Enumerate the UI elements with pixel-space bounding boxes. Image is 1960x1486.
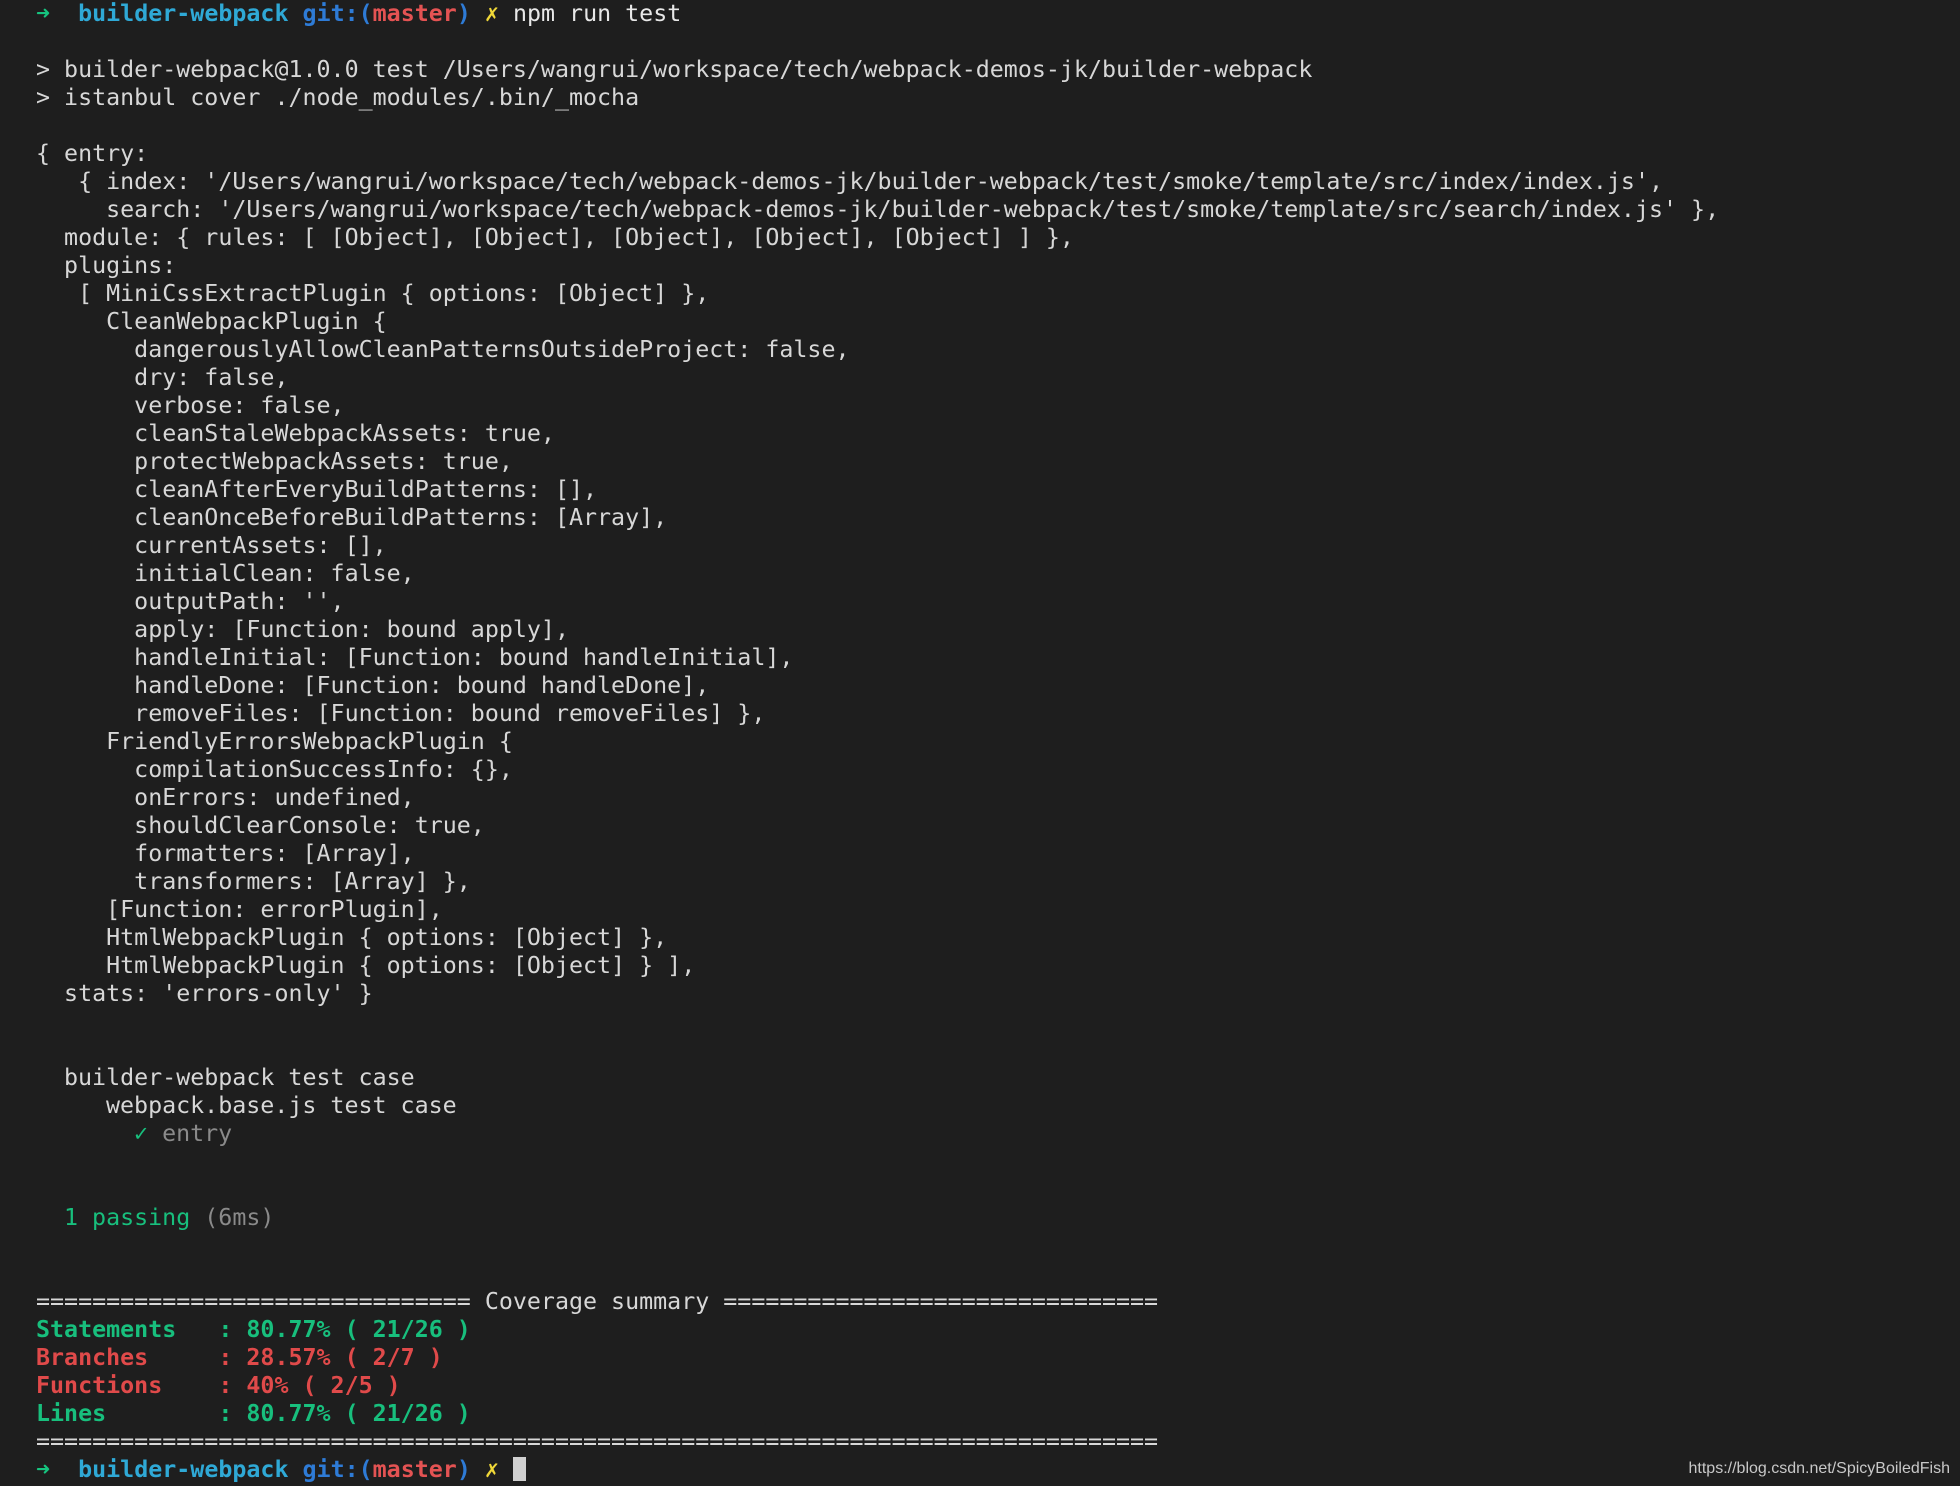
config-line: HtmlWebpackPlugin { options: [Object] }, — [36, 924, 668, 951]
coverage-lines: Lines : 80.77% ( 21/26 ) — [36, 1400, 471, 1427]
config-line: shouldClearConsole: true, — [36, 812, 485, 839]
prompt-branch: master — [372, 1456, 457, 1483]
config-line: module: { rules: [ [Object], [Object], [… — [36, 224, 1074, 251]
config-line: dangerouslyAllowCleanPatternsOutsideProj… — [36, 336, 850, 363]
check-icon: ✓ — [134, 1120, 149, 1147]
test-case-line: ✓ entry — [36, 1120, 1936, 1148]
coverage-statements: Statements : 80.77% ( 21/26 ) — [36, 1316, 471, 1343]
test-suite-title: builder-webpack test case — [64, 1064, 415, 1091]
config-line: outputPath: '', — [36, 588, 345, 615]
config-line: handleInitial: [Function: bound handleIn… — [36, 644, 794, 671]
config-line: stats: 'errors-only' } — [36, 980, 373, 1007]
config-line: removeFiles: [Function: bound removeFile… — [36, 700, 766, 727]
prompt-arrow-icon: ➜ — [36, 0, 51, 27]
config-line: HtmlWebpackPlugin { options: [Object] } … — [36, 952, 696, 979]
prompt-directory: builder-webpack — [78, 1456, 289, 1483]
config-line: cleanAfterEveryBuildPatterns: [], — [36, 476, 598, 503]
config-line: cleanStaleWebpackAssets: true, — [36, 420, 555, 447]
cursor-block[interactable] — [512, 1457, 526, 1481]
config-line: onErrors: undefined, — [36, 784, 415, 811]
npm-header-line: > builder-webpack@1.0.0 test /Users/wang… — [36, 56, 1313, 83]
coverage-branches: Branches : 28.57% ( 2/7 ) — [36, 1344, 443, 1371]
config-line: plugins: — [36, 252, 177, 279]
prompt-branch: master — [372, 0, 457, 27]
config-line: compilationSuccessInfo: {}, — [36, 756, 513, 783]
test-duration: (6ms) — [204, 1204, 275, 1231]
config-line: { index: '/Users/wangrui/workspace/tech/… — [36, 168, 1664, 195]
prompt-line-command: ➜ builder-webpack git:(master) ✗ npm run… — [36, 0, 1936, 28]
config-line: cleanOnceBeforeBuildPatterns: [Array], — [36, 504, 668, 531]
coverage-functions: Functions : 40% ( 2/5 ) — [36, 1372, 401, 1399]
prompt-git-label: git:( — [302, 0, 373, 27]
config-line: currentAssets: [], — [36, 532, 387, 559]
prompt-git-close: ) — [456, 0, 471, 27]
config-line: transformers: [Array] }, — [36, 868, 471, 895]
config-line: [ MiniCssExtractPlugin { options: [Objec… — [36, 280, 710, 307]
prompt-git-label: git:( — [302, 1456, 373, 1483]
config-line: apply: [Function: bound apply], — [36, 616, 569, 643]
config-line: search: '/Users/wangrui/workspace/tech/w… — [36, 196, 1720, 223]
terminal-output[interactable]: ➜ builder-webpack git:(master) ✗ npm run… — [36, 0, 1936, 1486]
passing-count: 1 passing — [64, 1204, 191, 1231]
config-line: FriendlyErrorsWebpackPlugin { — [36, 728, 513, 755]
test-summary-line: 1 passing (6ms) — [36, 1204, 1936, 1232]
prompt-line-idle[interactable]: ➜ builder-webpack git:(master) ✗ — [36, 1456, 1936, 1484]
test-subsuite-title: webpack.base.js test case — [106, 1092, 457, 1119]
config-line: { entry: — [36, 140, 149, 167]
config-line: verbose: false, — [36, 392, 345, 419]
test-case-name: entry — [162, 1120, 233, 1147]
config-line: protectWebpackAssets: true, — [36, 448, 513, 475]
config-line: CleanWebpackPlugin { — [36, 308, 387, 335]
prompt-directory: builder-webpack — [78, 0, 289, 27]
npm-header-line: > istanbul cover ./node_modules/.bin/_mo… — [36, 84, 640, 111]
config-line: formatters: [Array], — [36, 840, 415, 867]
dirty-mark-icon: ✗ — [484, 0, 499, 27]
config-line: initialClean: false, — [36, 560, 415, 587]
config-line: handleDone: [Function: bound handleDone]… — [36, 672, 710, 699]
coverage-footer: ========================================… — [36, 1428, 1159, 1455]
config-line: dry: false, — [36, 364, 289, 391]
coverage-header: =============================== Coverage… — [36, 1288, 1159, 1315]
config-line: [Function: errorPlugin], — [36, 896, 443, 923]
prompt-command: npm run test — [512, 0, 682, 27]
watermark: https://blog.csdn.net/SpicyBoiledFish — [1688, 1460, 1950, 1477]
prompt-arrow-icon: ➜ — [36, 1456, 51, 1483]
prompt-git-close: ) — [456, 1456, 471, 1483]
dirty-mark-icon: ✗ — [484, 1456, 499, 1483]
